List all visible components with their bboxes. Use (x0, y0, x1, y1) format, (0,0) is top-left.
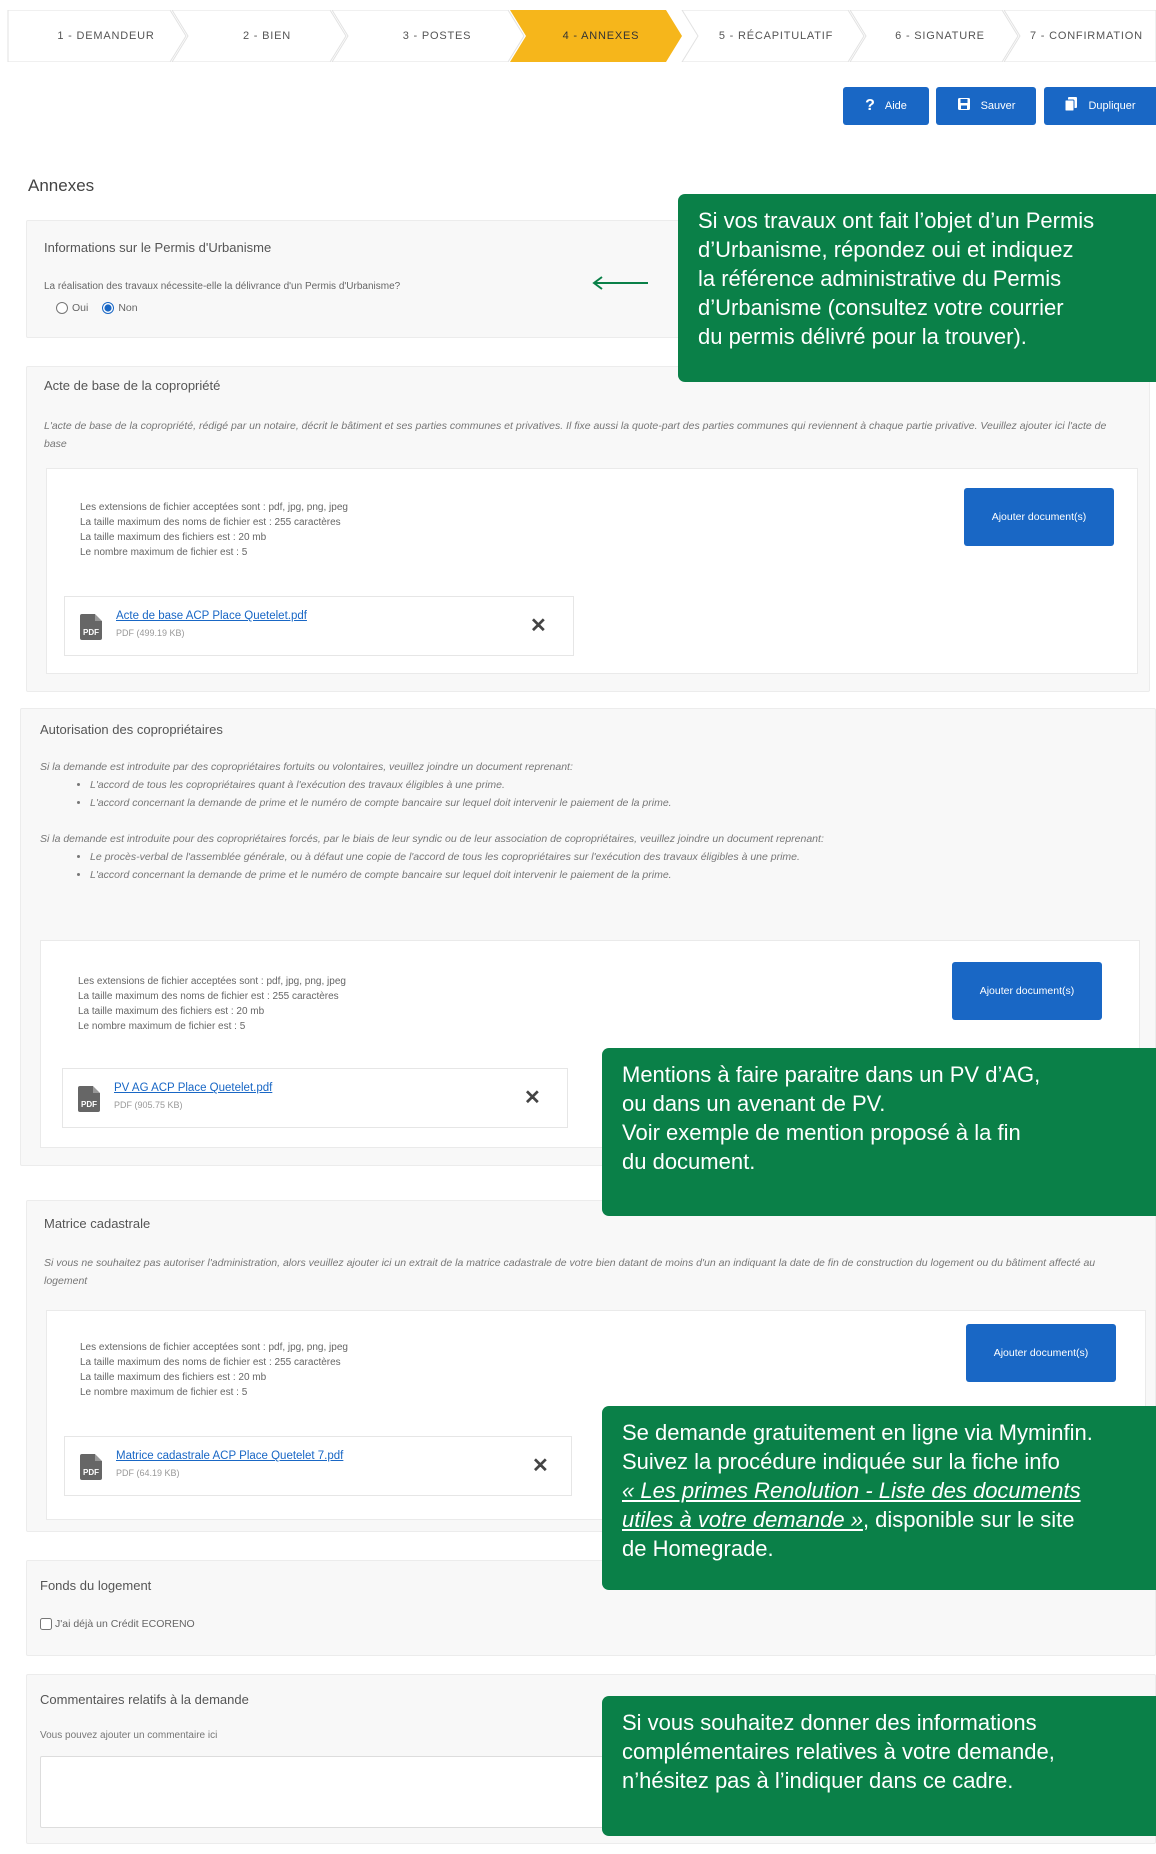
acte-rules: Les extensions de fichier acceptées sont… (80, 502, 348, 558)
permis-title: Informations sur le Permis d'Urbanisme (44, 240, 272, 255)
comments-label: Vous pouvez ajouter un commentaire ici (40, 1730, 218, 1741)
step-6[interactable]: 6 - SIGNATURE (856, 10, 1012, 62)
pdf-icon: PDF (78, 1086, 100, 1112)
fonds-title: Fonds du logement (40, 1578, 152, 1593)
step-1[interactable]: 1 - DEMANDEUR (20, 10, 180, 62)
permis-options: Oui Non (56, 302, 138, 314)
autorisation-remove-file-icon[interactable]: ✕ (524, 1088, 541, 1108)
acte-add-document-button[interactable]: Ajouter document(s) (964, 488, 1114, 546)
acte-file-meta: PDF (499.19 KB) (116, 628, 185, 638)
radio-non[interactable] (102, 302, 115, 314)
acte-description: L'acte de base de la copropriété, rédigé… (44, 420, 1107, 450)
comments-tip: Si vous souhaitez donner des information… (602, 1696, 1156, 1836)
matrice-rules: Les extensions de fichier acceptées sont… (80, 1342, 348, 1398)
autorisation-description: Si la demande est introduite par des cop… (40, 758, 1130, 884)
pdf-icon: PDF (80, 614, 102, 640)
duplicate-button[interactable]: Dupliquer (1044, 87, 1156, 125)
floppy-icon (957, 97, 971, 115)
homegrade-doc-link[interactable]: « Les primes Renolution - Liste des docu… (622, 1476, 1136, 1505)
autorisation-file-item (62, 1068, 568, 1128)
arrow-left-icon (592, 276, 648, 290)
matrice-file-item (64, 1436, 572, 1496)
radio-oui-label: Oui (72, 302, 89, 314)
pdf-icon: PDF (80, 1454, 102, 1480)
step-7[interactable]: 7 - CONFIRMATION (1014, 10, 1156, 62)
radio-oui[interactable] (56, 302, 68, 314)
autorisation-title: Autorisation des copropriétaires (40, 722, 223, 737)
acte-file-link[interactable]: Acte de base ACP Place Quetelet.pdf (116, 610, 307, 622)
acte-file-item (64, 596, 574, 656)
radio-non-label: Non (118, 302, 138, 314)
matrice-title: Matrice cadastrale (44, 1216, 151, 1231)
copy-icon (1064, 96, 1078, 116)
save-button[interactable]: Sauver (936, 87, 1036, 125)
step-4[interactable]: 4 - ANNEXES (520, 10, 670, 62)
pv-ag-tip: Mentions à faire paraitre dans un PV d’A… (602, 1048, 1156, 1216)
matrice-remove-file-icon[interactable]: ✕ (532, 1456, 549, 1476)
question-icon: ? (865, 97, 875, 114)
matrice-add-document-button[interactable]: Ajouter document(s) (966, 1324, 1116, 1382)
matrice-file-meta: PDF (64.19 KB) (116, 1468, 180, 1478)
page-title: Annexes (28, 176, 95, 195)
matrice-description: Si vous ne souhaitez pas autoriser l'adm… (44, 1257, 1096, 1287)
matrice-file-link[interactable]: Matrice cadastrale ACP Place Quetelet 7.… (116, 1450, 343, 1462)
step-5[interactable]: 5 - RÉCAPITULATIF (686, 10, 854, 62)
autorisation-rules: Les extensions de fichier acceptées sont… (78, 976, 346, 1032)
acte-title: Acte de base de la copropriété (44, 378, 221, 393)
autorisation-file-meta: PDF (905.75 KB) (114, 1100, 183, 1110)
help-button[interactable]: ? Aide (843, 87, 929, 125)
permis-tip: Si vos travaux ont fait l’objet d’un Per… (678, 194, 1156, 382)
autorisation-add-document-button[interactable]: Ajouter document(s) (952, 962, 1102, 1020)
acte-remove-file-icon[interactable]: ✕ (530, 616, 547, 636)
step-2[interactable]: 2 - BIEN (186, 10, 336, 62)
fonds-checkbox-row: J'ai déjà un Crédit ECORENO (40, 1618, 195, 1630)
permis-question: La réalisation des travaux nécessite-ell… (44, 281, 401, 292)
matrice-tip: Se demande gratuitement en ligne via Mym… (602, 1406, 1156, 1590)
ecoreno-checkbox-label: J'ai déjà un Crédit ECORENO (55, 1618, 195, 1630)
autorisation-file-link[interactable]: PV AG ACP Place Quetelet.pdf (114, 1082, 272, 1094)
ecoreno-checkbox[interactable] (40, 1618, 52, 1630)
steps-bar: 1 - DEMANDEUR 2 - BIEN 3 - POSTES 4 - AN… (0, 0, 1156, 72)
homegrade-doc-link-2[interactable]: utiles à votre demande » (622, 1507, 863, 1532)
comments-title: Commentaires relatifs à la demande (40, 1692, 249, 1707)
step-3[interactable]: 3 - POSTES (346, 10, 516, 62)
